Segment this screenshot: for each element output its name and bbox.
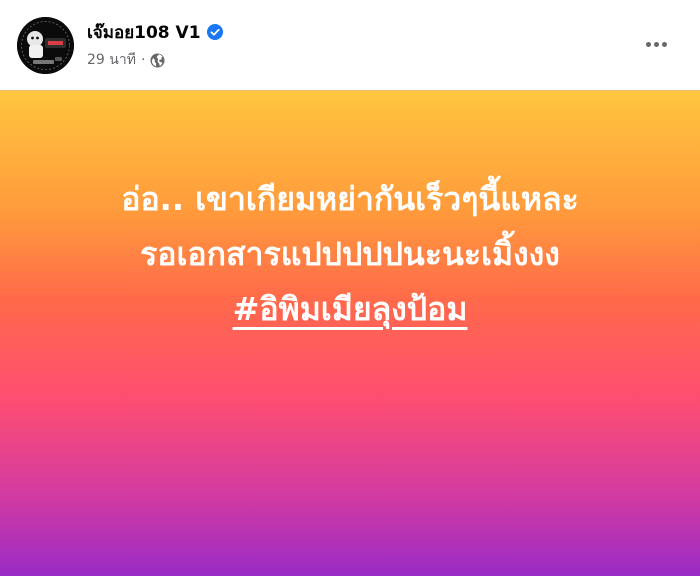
post-text: อ่อ.. เขาเกียมหย่ากันเร็วๆนี้แหละ รอเอกส… bbox=[0, 172, 700, 337]
hashtag-link[interactable]: #อิพิมเมียลุงป้อม bbox=[233, 290, 468, 328]
verified-badge-icon bbox=[206, 24, 223, 40]
meta-separator: · bbox=[140, 52, 146, 68]
author-row: เจ๊มอย108 V1 bbox=[87, 20, 223, 44]
more-options-dot bbox=[645, 41, 651, 47]
more-options-dot bbox=[653, 41, 659, 47]
post-time[interactable]: 29 นาที bbox=[87, 49, 136, 71]
post-text-line-2: รอเอกสารแปปปปปนะนะเมิ้งงง bbox=[140, 235, 560, 273]
more-options-dot bbox=[661, 41, 667, 47]
globe-icon[interactable] bbox=[150, 53, 165, 68]
more-options-icon[interactable] bbox=[636, 26, 676, 62]
avatar-image bbox=[17, 17, 74, 74]
post-header: เจ๊มอย108 V1 29 นาที · bbox=[0, 0, 700, 90]
author-avatar[interactable] bbox=[17, 17, 74, 74]
post-text-line-1: อ่อ.. เขาเกียมหย่ากันเร็วๆนี้แหละ bbox=[121, 180, 579, 218]
post-meta: 29 นาที · bbox=[87, 49, 165, 71]
author-name[interactable]: เจ๊มอย108 V1 bbox=[87, 19, 201, 46]
